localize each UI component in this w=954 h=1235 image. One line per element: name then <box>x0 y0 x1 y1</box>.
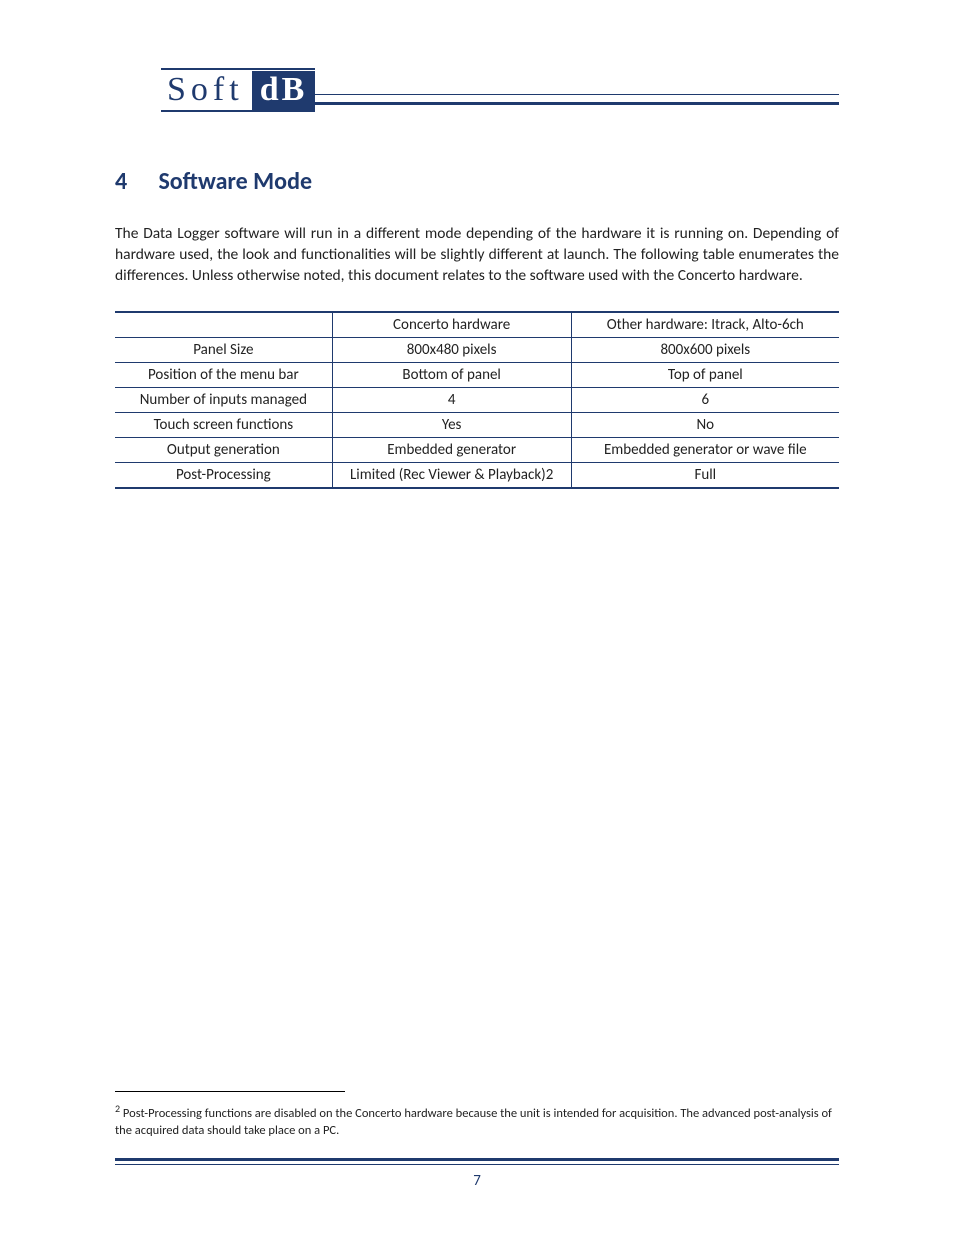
table-row: Post-Processing Limited (Rec Viewer & Pl… <box>115 462 839 488</box>
table-cell: Output generation <box>115 437 332 462</box>
table-cell: Limited (Rec Viewer & Playback)2 <box>332 462 571 488</box>
intro-paragraph: The Data Logger software will run in a d… <box>115 224 839 287</box>
table-cell: Touch screen functions <box>115 412 332 437</box>
table-row: Position of the menu bar Bottom of panel… <box>115 362 839 387</box>
table-cell: Panel Size <box>115 337 332 362</box>
footnote: 2 Post-Processing functions are disabled… <box>115 1102 839 1140</box>
table-row: Number of inputs managed 4 6 <box>115 387 839 412</box>
table-cell: Post-Processing <box>115 462 332 488</box>
logo-text-soft: Soft <box>161 73 252 107</box>
table-cell: Bottom of panel <box>332 362 571 387</box>
table-cell: Embedded generator or wave file <box>571 437 839 462</box>
footer-rule-thin <box>115 1164 839 1165</box>
section-number: 4 <box>115 167 153 196</box>
page-footer: 7 <box>115 1158 839 1190</box>
table-cell: No <box>571 412 839 437</box>
header-rule-gap <box>115 90 161 110</box>
section-title: Software Mode <box>158 167 312 196</box>
differences-table: Concerto hardware Other hardware: Itrack… <box>115 311 839 489</box>
table-row: Output generation Embedded generator Emb… <box>115 437 839 462</box>
table-cell: Full <box>571 462 839 488</box>
table-header-row: Concerto hardware Other hardware: Itrack… <box>115 312 839 338</box>
table-cell: Embedded generator <box>332 437 571 462</box>
table-row: Panel Size 800x480 pixels 800x600 pixels <box>115 337 839 362</box>
table-cell: 800x480 pixels <box>332 337 571 362</box>
table-cell: Yes <box>332 412 571 437</box>
table-cell: Top of panel <box>571 362 839 387</box>
page-number: 7 <box>473 1172 481 1190</box>
table-cell: 6 <box>571 387 839 412</box>
table-cell: 800x600 pixels <box>571 337 839 362</box>
table-cell: Number of inputs managed <box>115 387 332 412</box>
footnote-text: Post-Processing functions are disabled o… <box>115 1106 832 1138</box>
table-row: Touch screen functions Yes No <box>115 412 839 437</box>
table-cell: 4 <box>332 387 571 412</box>
footer-rule-thick <box>115 1158 839 1161</box>
table-header-cell: Other hardware: Itrack, Alto-6ch <box>571 312 839 338</box>
section-heading: 4 Software Mode <box>115 167 839 196</box>
footnote-block: 2 Post-Processing functions are disabled… <box>115 1091 839 1140</box>
table-header-cell <box>115 312 332 338</box>
logo-text-db: dB <box>252 71 316 110</box>
footnote-separator <box>115 1091 345 1092</box>
table-cell: Position of the menu bar <box>115 362 332 387</box>
header-logo-rule: Soft dB <box>115 70 839 112</box>
logo: Soft dB <box>161 68 315 112</box>
table-header-cell: Concerto hardware <box>332 312 571 338</box>
